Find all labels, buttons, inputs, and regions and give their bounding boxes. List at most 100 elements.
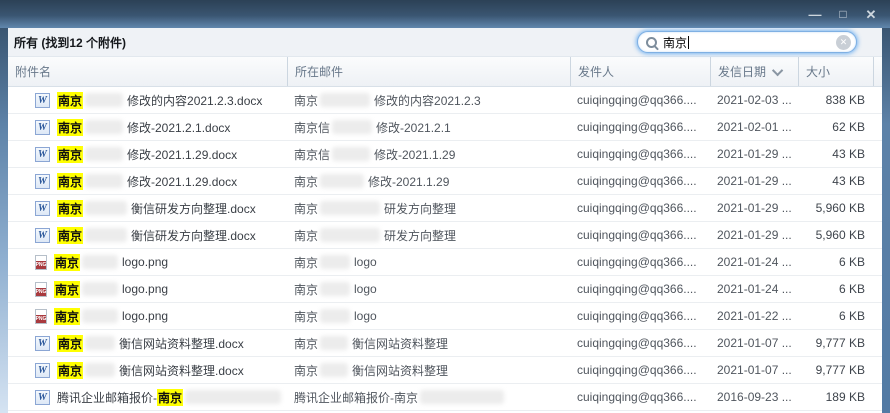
redacted-text — [82, 309, 118, 323]
attachment-name-text: 修改-2021.2.1.docx — [127, 119, 230, 136]
window-frame: 所有 (找到12 个附件) 南京 ✕ 附件名 所在邮件 发件人 发信日期 大小 … — [0, 28, 890, 413]
size-cell: 6 KB — [798, 303, 873, 329]
size-cell: 6 KB — [798, 276, 873, 302]
redacted-text — [85, 120, 123, 134]
attachment-name-text: logo.png — [122, 255, 168, 269]
search-match-highlight: 南京 — [54, 254, 80, 271]
attachment-row[interactable]: W 南京衡信研发方向整理.docx 南京研发方向整理 cuiqingqing@q… — [8, 222, 882, 249]
search-match-highlight: 南京 — [57, 362, 83, 379]
header-mail[interactable]: 所在邮件 — [287, 57, 570, 86]
redacted-text — [320, 282, 350, 296]
sender-cell: cuiqingqing@qq366.... — [570, 303, 710, 329]
window-border-left — [0, 28, 8, 413]
header-date[interactable]: 发信日期 — [710, 57, 798, 86]
attachment-row[interactable]: PNG 南京logo.png 南京logo cuiqingqing@qq366.… — [8, 276, 882, 303]
sender-cell: cuiqingqing@qq366.... — [570, 141, 710, 167]
mail-subject-cell: 南京研发方向整理 — [287, 222, 570, 248]
size-cell: 43 KB — [798, 141, 873, 167]
close-icon[interactable]: ✕ — [862, 8, 880, 21]
search-match-highlight: 南京 — [57, 173, 83, 190]
search-match-highlight: 南京 — [57, 119, 83, 136]
attachment-name-cell: PNG 南京logo.png — [8, 249, 287, 275]
sender-cell: cuiqingqing@qq366.... — [570, 222, 710, 248]
date-cell: 2021-01-24 ... — [710, 276, 798, 302]
sender-cell: cuiqingqing@qq366.... — [570, 249, 710, 275]
word-file-icon: W — [35, 228, 50, 243]
attachment-row[interactable]: W 南京衡信网站资料整理.docx 南京衡信网站资料整理 cuiqingqing… — [8, 357, 882, 384]
attachment-row[interactable]: PNG 南京 logo.png 南京logo cuiqingqing@qq366.… — [8, 303, 882, 330]
date-cell: 2021-01-29 ... — [710, 168, 798, 194]
word-file-icon: W — [35, 147, 50, 162]
png-file-icon: PNG — [35, 309, 47, 324]
header-size[interactable]: 大小 — [798, 57, 873, 86]
header-filler — [873, 57, 882, 86]
attachment-name-text: 修改-2021.1.29.docx — [127, 146, 237, 163]
redacted-text — [320, 255, 350, 269]
redacted-text — [85, 228, 127, 242]
attachment-row[interactable]: W 南京衡信网站资料整理.docx 南京衡信网站资料整理 cuiqingqing… — [8, 330, 882, 357]
search-match-highlight: 南京 — [54, 281, 80, 298]
attachment-name-text: 衡信网站资料整理.docx — [119, 362, 244, 379]
redacted-text — [85, 336, 115, 350]
mail-subject-cell: 南京衡信网站资料整理 — [287, 357, 570, 383]
sender-cell: cuiqingqing@qq366.... — [570, 114, 710, 140]
attachment-name-cell: PNG 南京 logo.png — [8, 303, 287, 329]
redacted-text — [85, 93, 123, 107]
attachment-row[interactable]: W 腾讯企业邮箱报价-南京 腾讯企业邮箱报价-南京 cuiqingqing@qq… — [8, 384, 882, 411]
size-cell: 189 KB — [798, 384, 873, 410]
sort-desc-icon — [772, 64, 783, 75]
attachment-row[interactable]: W 南京修改-2021.1.29.docx 南京信修改-2021.1.29 cu… — [8, 141, 882, 168]
search-match-highlight: 南京 — [54, 308, 80, 325]
size-cell: 5,960 KB — [798, 195, 873, 221]
attachment-search-window: — □ ✕ 所有 (找到12 个附件) 南京 ✕ 附件名 所在邮件 发件人 发信… — [0, 0, 890, 413]
attachment-name-cell: PNG 南京logo.png — [8, 276, 287, 302]
header-attachment-name[interactable]: 附件名 — [8, 57, 287, 86]
redacted-text — [185, 390, 281, 404]
attachment-row[interactable]: W 南京修改-2021.2.1.docx 南京信修改-2021.2.1 cuiq… — [8, 114, 882, 141]
maximize-icon[interactable]: □ — [834, 8, 852, 20]
header-sender[interactable]: 发件人 — [570, 57, 710, 86]
attachment-name-cell: W 南京修改的内容2021.2.3.docx — [8, 87, 287, 113]
size-cell: 838 KB — [798, 87, 873, 113]
attachment-row[interactable]: W 南京衡信研发方向整理.docx 南京研发方向整理 cuiqingqing@q… — [8, 195, 882, 222]
attachment-row[interactable]: W 南京修改-2021.1.29.docx 南京修改-2021.1.29 cui… — [8, 168, 882, 195]
attachment-name-cell: W 南京修改-2021.1.29.docx — [8, 141, 287, 167]
search-match-highlight: 南京 — [57, 335, 83, 352]
attachment-row[interactable]: W 南京修改的内容2021.2.3.docx 南京修改的内容2021.2.3 c… — [8, 87, 882, 114]
size-cell: 9,777 KB — [798, 330, 873, 356]
redacted-text — [320, 174, 364, 188]
mail-subject-cell: 南京logo — [287, 249, 570, 275]
mail-subject-cell: 南京logo — [287, 303, 570, 329]
sender-cell: cuiqingqing@qq366.... — [570, 87, 710, 113]
mail-subject-cell: 南京衡信网站资料整理 — [287, 330, 570, 356]
mail-subject-cell: 南京logo — [287, 276, 570, 302]
redacted-text — [332, 147, 370, 161]
attachment-name-cell: W 南京衡信网站资料整理.docx — [8, 357, 287, 383]
word-file-icon: W — [35, 120, 50, 135]
search-query-text: 南京 — [663, 36, 687, 50]
redacted-text — [320, 228, 380, 242]
attachment-name-text: 衡信网站资料整理.docx — [119, 335, 244, 352]
size-cell: 6 KB — [798, 249, 873, 275]
clear-search-icon[interactable]: ✕ — [836, 35, 851, 50]
search-box[interactable]: 南京 ✕ — [637, 31, 857, 53]
mail-subject-cell: 南京修改的内容2021.2.3 — [287, 87, 570, 113]
size-cell: 9,777 KB — [798, 357, 873, 383]
attachment-row[interactable]: PNG 南京logo.png 南京logo cuiqingqing@qq366.… — [8, 249, 882, 276]
word-file-icon: W — [35, 336, 50, 351]
window-border-right — [882, 28, 890, 413]
sender-cell: cuiqingqing@qq366.... — [570, 168, 710, 194]
word-file-icon: W — [35, 201, 50, 216]
text-caret — [688, 36, 689, 49]
attachment-name-text: logo.png — [122, 309, 168, 323]
minimize-icon[interactable]: — — [806, 8, 824, 21]
search-input[interactable]: 南京 — [663, 34, 836, 51]
date-cell: 2021-01-22 ... — [710, 303, 798, 329]
redacted-text — [320, 93, 370, 107]
png-file-icon: PNG — [35, 282, 47, 297]
redacted-text — [320, 309, 350, 323]
sender-cell: cuiqingqing@qq366.... — [570, 195, 710, 221]
date-cell: 2021-01-24 ... — [710, 249, 798, 275]
date-cell: 2021-01-07 ... — [710, 330, 798, 356]
search-match-highlight: 南京 — [57, 92, 83, 109]
